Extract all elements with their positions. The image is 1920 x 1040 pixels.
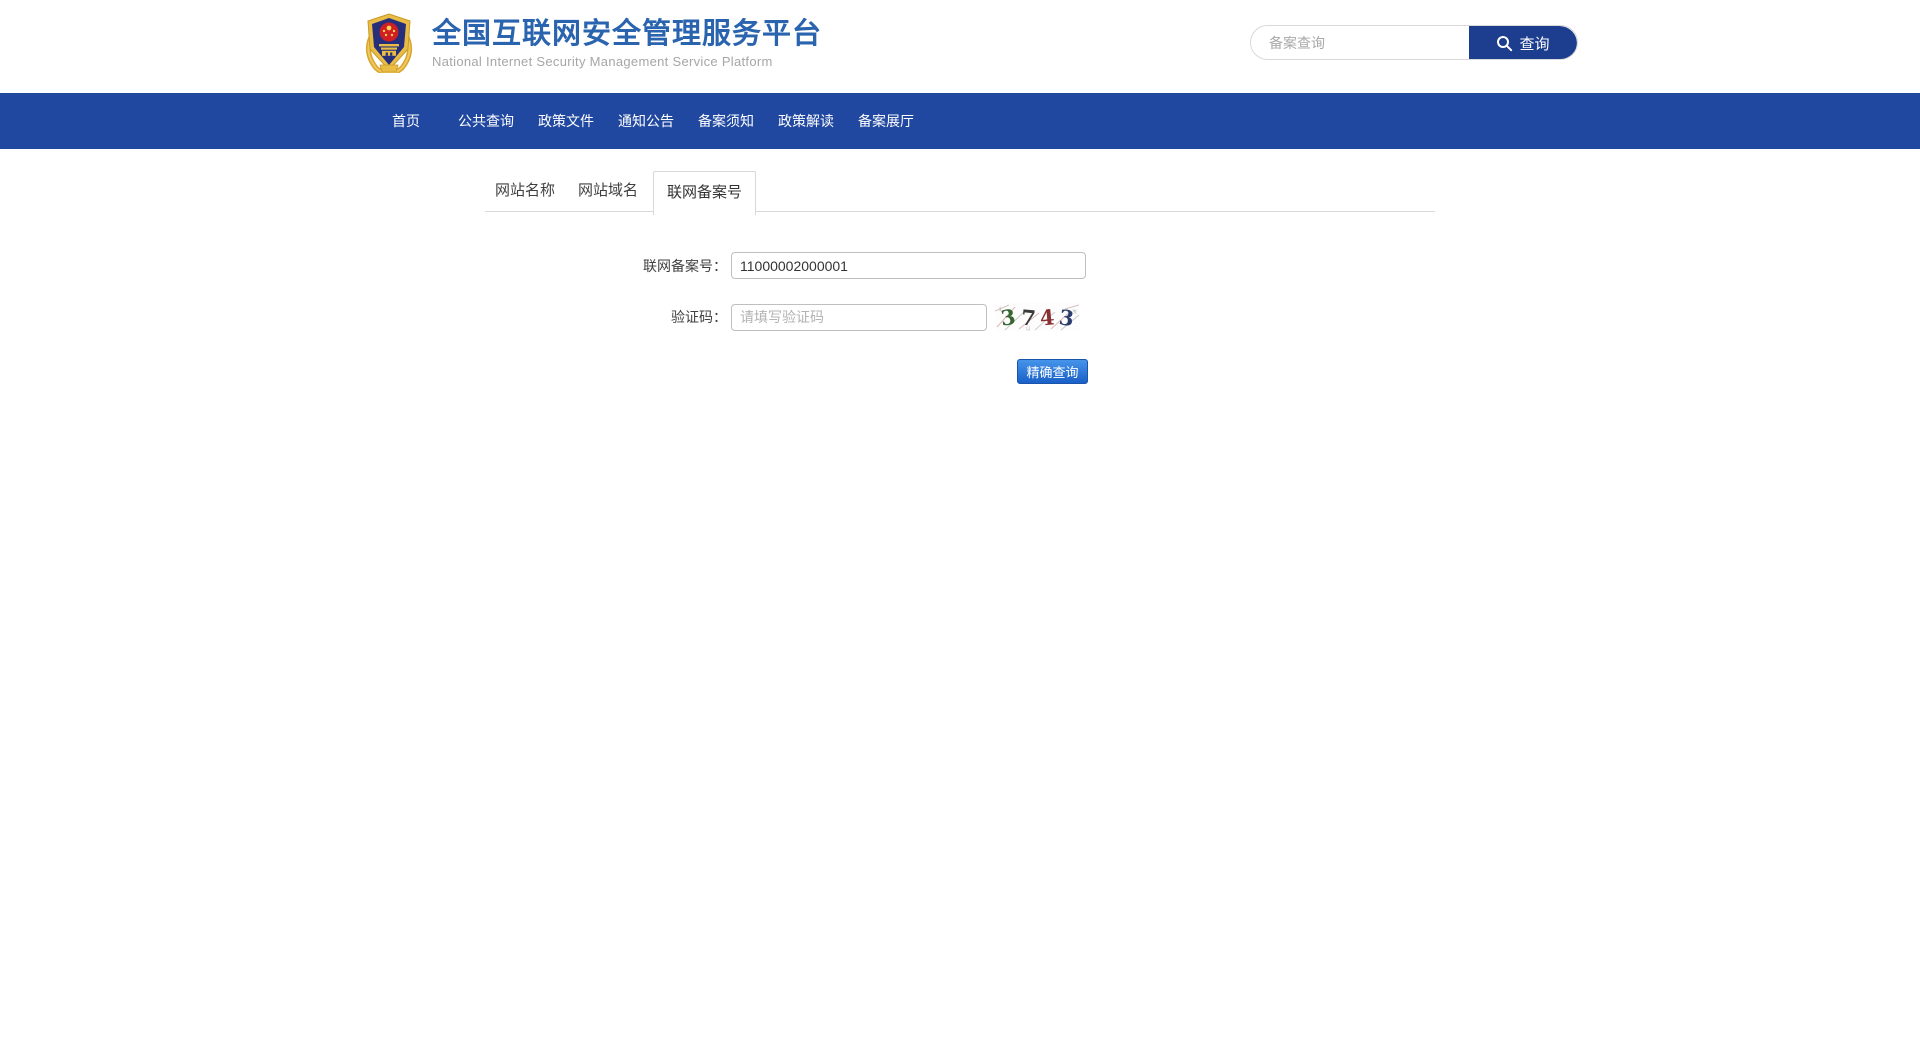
search-input[interactable] bbox=[1251, 26, 1469, 59]
captcha-input[interactable] bbox=[731, 304, 987, 331]
record-number-label: 联网备案号： bbox=[485, 256, 731, 276]
site-subtitle: National Internet Security Management Se… bbox=[432, 54, 822, 69]
svg-text:4: 4 bbox=[1039, 304, 1056, 330]
query-tabs-container: 网站名称 网站域名 联网备案号 bbox=[485, 172, 1435, 212]
nav-item-policy-documents[interactable]: 政策文件 bbox=[526, 111, 606, 131]
search-button-label: 查询 bbox=[1519, 33, 1549, 54]
search-button[interactable]: 查询 bbox=[1469, 26, 1577, 60]
police-emblem-icon bbox=[363, 13, 415, 73]
nav-item-notices[interactable]: 通知公告 bbox=[606, 111, 686, 131]
brand: 全国互联网安全管理服务平台 National Internet Security… bbox=[432, 18, 822, 69]
nav-item-home[interactable]: 首页 bbox=[366, 111, 446, 131]
nav-item-policy-interpretation[interactable]: 政策解读 bbox=[766, 111, 846, 131]
nav-item-public-query[interactable]: 公共查询 bbox=[446, 111, 526, 131]
record-number-input[interactable] bbox=[731, 252, 1086, 279]
tab-website-name[interactable]: 网站名称 bbox=[485, 171, 565, 211]
record-query-form: 联网备案号： 验证码： 丬 木 认 3 7 4 3 精确查询 bbox=[485, 212, 1435, 384]
site-title: 全国互联网安全管理服务平台 bbox=[432, 18, 822, 50]
precise-query-button[interactable]: 精确查询 bbox=[1017, 359, 1088, 384]
svg-text:7: 7 bbox=[1020, 305, 1037, 331]
nav-item-filing-guide[interactable]: 备案须知 bbox=[686, 111, 766, 131]
nav-item-filing-hall[interactable]: 备案展厅 bbox=[846, 111, 926, 131]
main-nav: 首页 公共查询 政策文件 通知公告 备案须知 政策解读 备案展厅 bbox=[0, 93, 1920, 149]
tab-website-domain[interactable]: 网站域名 bbox=[568, 171, 648, 211]
captcha-label: 验证码： bbox=[485, 307, 731, 327]
submit-row: 精确查询 bbox=[1017, 359, 1435, 384]
captcha-row: 验证码： 丬 木 认 3 7 4 3 bbox=[485, 303, 1435, 331]
search-icon bbox=[1496, 35, 1513, 52]
nav-items: 首页 公共查询 政策文件 通知公告 备案须知 政策解读 备案展厅 bbox=[366, 93, 1920, 149]
page-header: 全国互联网安全管理服务平台 National Internet Security… bbox=[0, 0, 1920, 93]
captcha-image[interactable]: 丬 木 认 3 7 4 3 bbox=[995, 303, 1080, 331]
query-tabs: 网站名称 网站域名 联网备案号 bbox=[485, 172, 1435, 212]
header-search: 查询 bbox=[1250, 25, 1578, 60]
tab-record-number[interactable]: 联网备案号 bbox=[653, 171, 756, 215]
record-number-row: 联网备案号： bbox=[485, 252, 1435, 279]
